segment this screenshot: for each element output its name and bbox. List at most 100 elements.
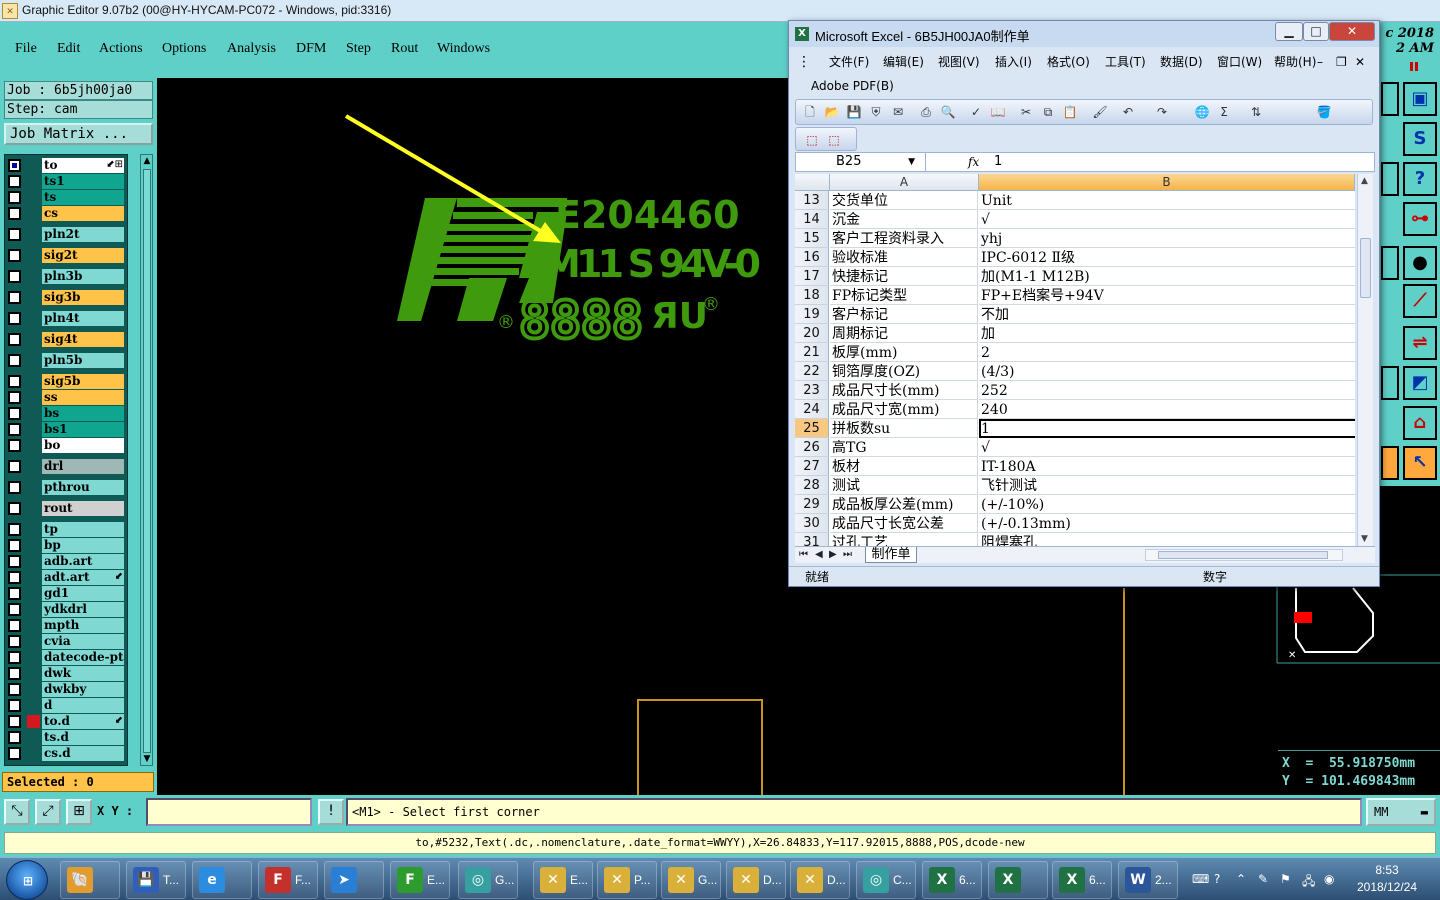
layer-row[interactable]: to.d ⬋ bbox=[5, 714, 127, 729]
layer-row[interactable]: adb.art bbox=[5, 554, 127, 569]
menu-dfm[interactable]: DFM bbox=[296, 41, 326, 57]
table-row[interactable]: 19 客户标记 不加 bbox=[795, 305, 1355, 324]
alert-button[interactable]: ! bbox=[318, 799, 344, 825]
layer-row[interactable]: d bbox=[5, 698, 127, 713]
cell-a[interactable]: 铜箔厚度(OZ) bbox=[830, 362, 978, 381]
pdf-convert-icon[interactable]: ⬚ bbox=[804, 132, 820, 148]
layer-name[interactable]: dwkby bbox=[42, 682, 124, 697]
table-row[interactable]: 29 成品板厚公差(mm) (+/-10%) bbox=[795, 495, 1355, 514]
overview-map[interactable]: ✕ bbox=[1276, 574, 1440, 664]
menu-file[interactable]: File bbox=[15, 41, 37, 57]
taskbar-item[interactable]: X 6... bbox=[922, 861, 982, 899]
layer-name[interactable]: ss bbox=[42, 390, 124, 405]
layer-row[interactable]: cvia bbox=[5, 634, 127, 649]
excel-window[interactable]: X Microsoft Excel - 6B5JH00JA0制作单 ▁ □ ✕ … bbox=[788, 20, 1380, 587]
xy-input[interactable] bbox=[146, 798, 312, 826]
cell-a[interactable]: 成品板厚公差(mm) bbox=[830, 495, 978, 514]
spreadsheet-grid[interactable]: A B 13 交货单位 Unit 14 沉金 √ 15 客户工程资料录入 yhj 16 验收标准 IP… bbox=[795, 174, 1355, 546]
permission-icon[interactable]: ⛨ bbox=[868, 104, 884, 120]
menu-step[interactable]: Step bbox=[346, 41, 371, 57]
layer-name[interactable]: cs.d bbox=[42, 746, 124, 761]
layer-checkbox[interactable] bbox=[8, 481, 21, 494]
cell-a[interactable]: 客户标记 bbox=[830, 305, 978, 324]
scroll-down-icon[interactable]: ▼ bbox=[142, 754, 152, 764]
help-tool-button[interactable]: ? bbox=[1403, 162, 1437, 196]
row-header[interactable]: 16 bbox=[795, 248, 829, 267]
layer-checkbox[interactable] bbox=[8, 407, 21, 420]
layer-row[interactable]: pln3b bbox=[5, 269, 127, 284]
layer-row[interactable]: adt.art ⬋ bbox=[5, 570, 127, 585]
layer-row[interactable]: sig4t bbox=[5, 332, 127, 347]
layer-row[interactable]: pln5b bbox=[5, 353, 127, 368]
horizontal-scrollbar[interactable] bbox=[1145, 549, 1343, 561]
layer-checkbox[interactable] bbox=[8, 423, 21, 436]
layer-name[interactable]: adb.art bbox=[42, 554, 124, 569]
layer-checkbox[interactable] bbox=[8, 207, 21, 220]
layer-name[interactable]: cs bbox=[42, 206, 124, 221]
excel-menu-view[interactable]: 视图(V) bbox=[938, 51, 980, 73]
cell-a[interactable]: 板材 bbox=[830, 457, 978, 476]
snap-tool-button[interactable]: S bbox=[1403, 122, 1437, 156]
layer-name[interactable]: bs1 bbox=[42, 422, 124, 437]
column-header-b[interactable]: B bbox=[979, 174, 1355, 191]
close-button[interactable]: ✕ bbox=[1329, 22, 1375, 41]
table-row[interactable]: 14 沉金 √ bbox=[795, 210, 1355, 229]
help-icon[interactable]: ? bbox=[1214, 872, 1220, 886]
table-row[interactable]: 20 周期标记加 bbox=[795, 324, 1355, 343]
table-row[interactable]: 28 测试 飞针测试 bbox=[795, 476, 1355, 495]
row-header[interactable]: 28 bbox=[795, 476, 829, 495]
cell-a[interactable]: 成品尺寸长(mm) bbox=[830, 381, 978, 400]
doc-restore-icon[interactable]: ❐ bbox=[1336, 51, 1347, 73]
fx-icon[interactable]: fx bbox=[968, 153, 979, 171]
tray-expand-icon[interactable]: ⌃ bbox=[1236, 872, 1246, 886]
layer-checkbox[interactable] bbox=[8, 228, 21, 241]
excel-menu-insert[interactable]: 插入(I) bbox=[995, 51, 1032, 73]
layer-name[interactable]: datecode-pt bbox=[42, 650, 124, 665]
flag-icon[interactable]: ⚑ bbox=[1280, 872, 1291, 886]
layer-row[interactable]: ts.d bbox=[5, 730, 127, 745]
layer-name[interactable]: ts.d bbox=[42, 730, 124, 745]
column-header-a[interactable]: A bbox=[830, 174, 979, 191]
cell-b[interactable]: Unit bbox=[979, 191, 1355, 210]
taskbar-item[interactable]: ✕ P... bbox=[597, 861, 657, 899]
layer-checkbox[interactable] bbox=[8, 354, 21, 367]
undo-icon[interactable]: ↶ bbox=[1120, 104, 1136, 120]
layer-checkbox[interactable] bbox=[8, 571, 21, 584]
open-icon[interactable]: 📂 bbox=[824, 104, 840, 120]
cell-b[interactable]: 1 bbox=[979, 419, 1355, 438]
layer-checkbox[interactable] bbox=[8, 667, 21, 680]
layer-row[interactable]: bs bbox=[5, 406, 127, 421]
cell-b[interactable]: (+/-10%) bbox=[979, 495, 1355, 514]
zoom-area-button[interactable]: ⤢ bbox=[35, 799, 61, 825]
grid-button[interactable]: ⊞ bbox=[66, 799, 92, 825]
layer-name[interactable]: drl bbox=[42, 459, 124, 474]
menu-edit[interactable]: Edit bbox=[57, 41, 80, 57]
excel-menu-tools[interactable]: 工具(T) bbox=[1105, 51, 1146, 73]
layer-name[interactable]: rout bbox=[42, 501, 124, 516]
cell-b[interactable]: yhj bbox=[979, 229, 1355, 248]
pdf-email-icon[interactable]: ⬚ bbox=[826, 132, 842, 148]
layer-name[interactable]: mpth bbox=[42, 618, 124, 633]
menu-rout[interactable]: Rout bbox=[391, 41, 418, 57]
spelling-icon[interactable]: ✓ bbox=[968, 104, 984, 120]
units-select[interactable]: MM ▬ bbox=[1366, 798, 1436, 826]
next-sheet-icon[interactable]: ▶ bbox=[829, 548, 837, 562]
research-icon[interactable]: 📖 bbox=[990, 104, 1006, 120]
row-header[interactable]: 13 bbox=[795, 191, 829, 210]
first-sheet-icon[interactable]: ⏮ bbox=[799, 548, 808, 562]
table-row[interactable]: 16 验收标准 IPC-6012 Ⅱ级 bbox=[795, 248, 1355, 267]
cell-b[interactable]: 不加 bbox=[979, 305, 1355, 324]
scroll-down-icon[interactable]: ▼ bbox=[1361, 534, 1368, 544]
layer-row[interactable]: sig3b bbox=[5, 290, 127, 305]
layer-checkbox[interactable] bbox=[8, 539, 21, 552]
layer-row[interactable]: sig5b bbox=[5, 374, 127, 389]
layer-row[interactable]: gd1 bbox=[5, 586, 127, 601]
cell-a[interactable]: 沉金 bbox=[830, 210, 978, 229]
keyboard-icon[interactable]: ⌨ bbox=[1192, 872, 1209, 886]
side-tool-1[interactable] bbox=[1381, 82, 1399, 116]
layer-name[interactable]: bo bbox=[42, 438, 124, 453]
layer-name[interactable]: bp bbox=[42, 538, 124, 553]
layer-name[interactable]: bs bbox=[42, 406, 124, 421]
cell-b[interactable]: (4/3) bbox=[979, 362, 1355, 381]
cell-a[interactable]: 快捷标记 bbox=[830, 267, 978, 286]
